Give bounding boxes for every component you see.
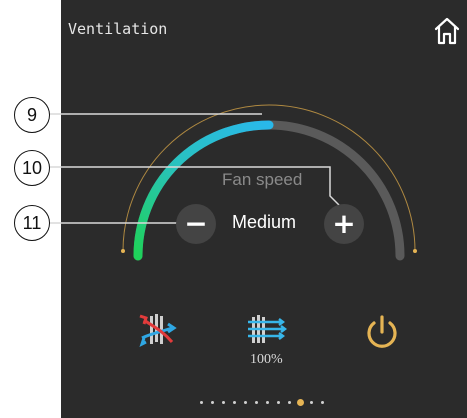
callout-11: 11 [14,205,50,241]
increase-speed-button[interactable]: + [324,204,364,244]
page-dot[interactable] [233,401,236,404]
callout-10: 10 [14,150,50,186]
page-dot[interactable] [277,401,280,404]
page-indicator[interactable] [200,399,340,407]
fan-speed-gauge[interactable] [0,0,467,418]
range-end-dot-left [121,249,125,253]
airflow-percent: 100% [250,352,283,367]
page-dot[interactable] [222,401,225,404]
fan-speed-value: Medium [232,212,297,232]
heat-recovery-icon[interactable] [138,312,178,348]
airflow-icon[interactable] [246,313,290,347]
page-dot[interactable] [321,401,324,404]
gauge-track [133,120,405,261]
page-dot[interactable] [211,401,214,404]
decrease-speed-button[interactable]: − [176,204,216,244]
page-dot[interactable] [310,401,313,404]
power-icon[interactable] [362,313,402,353]
page-dot[interactable] [255,401,258,404]
page-dot[interactable] [244,401,247,404]
page-dot[interactable] [288,401,291,404]
range-end-dot-right [413,249,417,253]
page-dot[interactable] [297,399,304,406]
page-dot[interactable] [266,401,269,404]
fan-speed-label: Fan speed [222,170,303,189]
callout-9: 9 [14,97,50,133]
page-dot[interactable] [200,401,203,404]
